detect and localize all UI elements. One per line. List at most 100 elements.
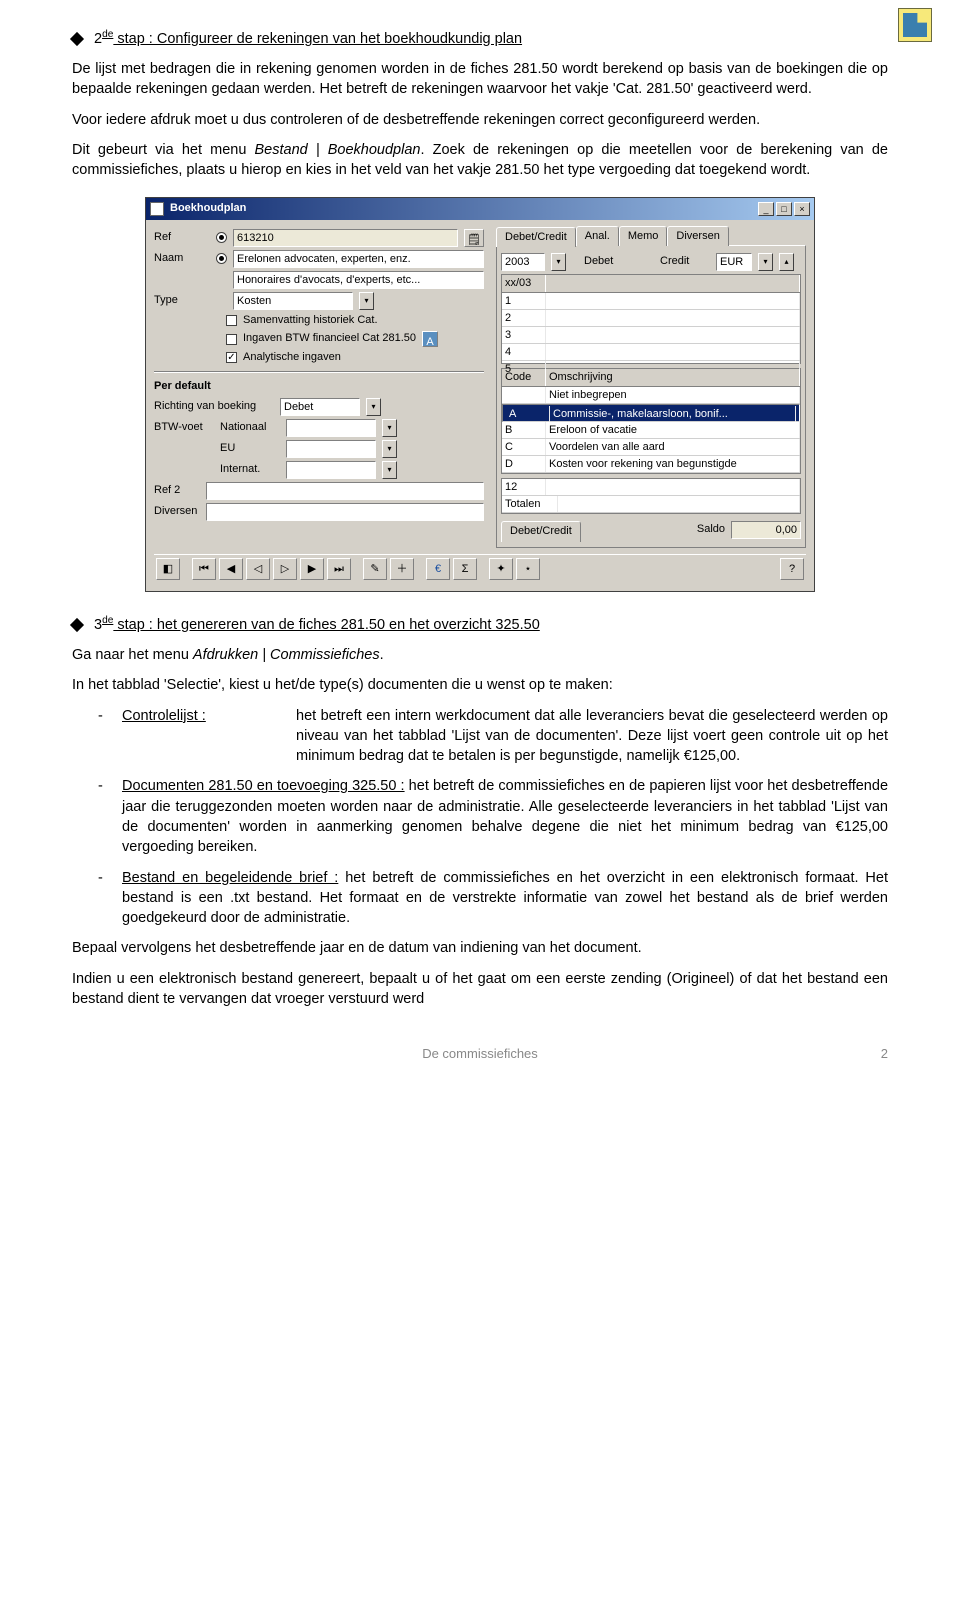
- samenvatting-label: Samenvatting historiek Cat.: [243, 313, 378, 328]
- step3-num: 3: [94, 617, 102, 633]
- step3-p1b: .: [380, 647, 384, 663]
- rvb-label: Richting van boeking: [154, 399, 274, 414]
- tab-anal[interactable]: Anal.: [576, 226, 619, 246]
- footer-title: De commissiefiches: [92, 1045, 868, 1063]
- code-grid[interactable]: Code Omschrijving Niet inbegrepen ACommi…: [501, 368, 801, 474]
- tab-diversen[interactable]: Diversen: [667, 226, 728, 246]
- minimize-button[interactable]: _: [758, 202, 774, 216]
- dash-icon: -: [98, 868, 108, 929]
- first-icon[interactable]: ⏮: [192, 558, 216, 580]
- totals-grid: 12 Totalen: [501, 478, 801, 514]
- controlelijst-body: het betreft een intern werkdocument dat …: [296, 706, 888, 767]
- btw-label: BTW-voet: [154, 420, 214, 435]
- cur-up-icon[interactable]: ▴: [779, 253, 794, 271]
- btw-nat-input[interactable]: [286, 419, 376, 437]
- titlebar[interactable]: Boekhoudplan _ □ ×: [146, 198, 814, 220]
- step3-sup: de: [102, 615, 113, 626]
- year-select[interactable]: 2003: [501, 253, 545, 271]
- dash-icon: -: [98, 706, 108, 767]
- period-2: 2: [502, 310, 546, 326]
- saldo-value: 0,00: [731, 521, 801, 539]
- btw-eu-input[interactable]: [286, 440, 376, 458]
- ref-radio[interactable]: [216, 232, 227, 243]
- prev-icon[interactable]: ◁: [246, 558, 270, 580]
- step3-para4: Indien u een elektronisch bestand genere…: [72, 969, 888, 1010]
- analytische-checkbox[interactable]: [226, 352, 237, 363]
- rvb-select[interactable]: Debet: [280, 398, 360, 416]
- boekhoudplan-window: Boekhoudplan _ □ × Ref 613210 🗒: [145, 197, 815, 592]
- step2-para1: De lijst met bedragen die in rekening ge…: [72, 59, 888, 100]
- step3-para1: Ga naar het menu Afdrukken | Commissiefi…: [72, 645, 888, 665]
- documenten-label: Documenten 281.50 en toevoeging 325.50 :: [122, 778, 405, 794]
- perdefault-heading: Per default: [154, 379, 484, 394]
- type-dropdown-icon[interactable]: ▾: [359, 292, 374, 310]
- code-row-a[interactable]: ACommissie-, makelaarsloon, bonif...: [502, 404, 800, 422]
- ref-label: Ref: [154, 230, 210, 245]
- star-icon[interactable]: ⋆: [516, 558, 540, 580]
- period-1: 1: [502, 293, 546, 309]
- close-button[interactable]: ×: [794, 202, 810, 216]
- bestand-item: Bestand en begeleidende brief : het betr…: [122, 868, 888, 929]
- step2-para3: Dit gebeurt via het menu Bestand | Boekh…: [72, 140, 888, 181]
- period-3: 3: [502, 327, 546, 343]
- code-row-b[interactable]: BEreloon of vacatie: [502, 422, 800, 439]
- naam-radio[interactable]: [216, 253, 227, 264]
- toolbar: ◧ ⏮ ◀ ◁ ▷ ▶ ⏭ ✎ ＋ € Σ ✦ ⋆ ?: [154, 554, 806, 583]
- naam2-input[interactable]: Honoraires d'avocats, d'experts, etc...: [233, 271, 484, 289]
- code-row-d[interactable]: DKosten voor rekening van begunstigde: [502, 456, 800, 473]
- diversen-label: Diversen: [154, 504, 200, 519]
- dash-icon: -: [98, 776, 108, 857]
- step2-para2: Voor iedere afdruk moet u dus controlere…: [72, 110, 888, 130]
- code-row-none[interactable]: Niet inbegrepen: [502, 387, 800, 404]
- documenten-item: Documenten 281.50 en toevoeging 325.50 :…: [122, 776, 888, 857]
- next-page-icon[interactable]: ▶: [300, 558, 324, 580]
- samenvatting-checkbox[interactable]: [226, 315, 237, 326]
- sparkle-icon[interactable]: ✦: [489, 558, 513, 580]
- btw-eu-dd-icon[interactable]: ▾: [382, 440, 397, 458]
- tab2-debet-credit[interactable]: Debet/Credit: [501, 521, 581, 541]
- ref-lookup-icon[interactable]: 🗒: [464, 229, 484, 247]
- euro-icon[interactable]: €: [426, 558, 450, 580]
- year-dd-icon[interactable]: ▾: [551, 253, 566, 271]
- step3-p1-italic: Afdrukken | Commissiefiches: [193, 647, 380, 663]
- analytische-label: Analytische ingaven: [243, 350, 341, 365]
- naam1-input[interactable]: Erelonen advocaten, experten, enz.: [233, 250, 484, 268]
- ref2-input[interactable]: [206, 482, 484, 500]
- help-icon[interactable]: ?: [780, 558, 804, 580]
- diversen-input[interactable]: [206, 503, 484, 521]
- currency-select[interactable]: EUR: [716, 253, 752, 271]
- ref-input[interactable]: 613210: [233, 229, 458, 247]
- step2-p3a: Dit gebeurt via het menu: [72, 142, 255, 158]
- last-icon[interactable]: ⏭: [327, 558, 351, 580]
- window-title: Boekhoudplan: [170, 201, 752, 216]
- maximize-button[interactable]: □: [776, 202, 792, 216]
- btw-nat-dd-icon[interactable]: ▾: [382, 419, 397, 437]
- naam-label: Naam: [154, 251, 210, 266]
- step3-para2: In het tabblad 'Selectie', kiest u het/d…: [72, 675, 888, 695]
- cur-dd-icon[interactable]: ▾: [758, 253, 773, 271]
- page-number: 2: [868, 1045, 888, 1063]
- add-icon[interactable]: ＋: [390, 558, 414, 580]
- type-select[interactable]: Kosten: [233, 292, 353, 310]
- code-row-c[interactable]: CVoordelen van alle aard: [502, 439, 800, 456]
- dc-debet-label: Debet: [584, 254, 654, 269]
- btw-financieel-checkbox[interactable]: [226, 334, 237, 345]
- controlelijst-label: Controlelijst :: [122, 706, 282, 767]
- period-col: xx/03: [502, 275, 546, 292]
- saldo-label: Saldo: [697, 522, 725, 537]
- btw-int-dd-icon[interactable]: ▾: [382, 461, 397, 479]
- btw-int-input[interactable]: [286, 461, 376, 479]
- tab-memo[interactable]: Memo: [619, 226, 668, 246]
- step2-p3-italic: Bestand | Boekhoudplan: [255, 142, 421, 158]
- btw-eu-label: EU: [220, 441, 280, 456]
- cat28150-icon[interactable]: A: [422, 331, 438, 347]
- step2-num: 2: [94, 31, 102, 47]
- prev-page-icon[interactable]: ◀: [219, 558, 243, 580]
- rvb-dropdown-icon[interactable]: ▾: [366, 398, 381, 416]
- layout-icon[interactable]: ◧: [156, 558, 180, 580]
- next-icon[interactable]: ▷: [273, 558, 297, 580]
- period-grid[interactable]: xx/03 1 2 3 4 5: [501, 274, 801, 364]
- sigma-icon[interactable]: Σ: [453, 558, 477, 580]
- edit-icon[interactable]: ✎: [363, 558, 387, 580]
- tab-debet-credit[interactable]: Debet/Credit: [496, 227, 576, 247]
